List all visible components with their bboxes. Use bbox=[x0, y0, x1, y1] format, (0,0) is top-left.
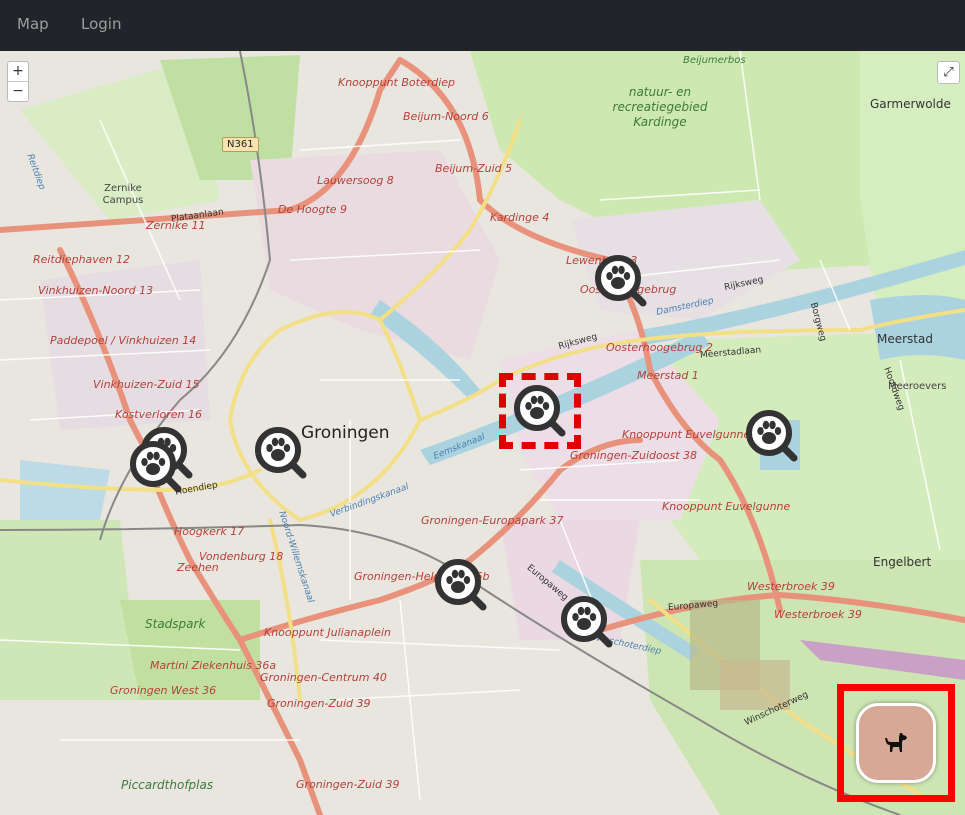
paw-search-icon bbox=[742, 406, 802, 466]
zoom-control: + − bbox=[7, 61, 29, 102]
nav-link-map[interactable]: Map bbox=[17, 15, 49, 33]
label-euvelgunne: Knooppunt Euvelgunne bbox=[662, 500, 791, 513]
marker-centrum-west[interactable] bbox=[251, 423, 311, 483]
nav-link-login[interactable]: Login bbox=[81, 15, 121, 33]
label-engelbert: Engelbert bbox=[873, 555, 932, 569]
paw-search-icon bbox=[591, 251, 651, 311]
label-meerstad: Meerstad bbox=[877, 332, 933, 346]
label-kardinge-park: natuur- en recreatiegebied Kardinge bbox=[612, 85, 708, 129]
label-boterdiep: Knooppunt Boterdiep bbox=[338, 76, 456, 89]
label-beijumerbos: Beijumerbos bbox=[683, 55, 746, 66]
marker-lewenborg[interactable] bbox=[591, 251, 651, 311]
label-europapark: Groningen-Europapark 37 bbox=[421, 514, 564, 527]
fullscreen-button[interactable]: ⤢ bbox=[937, 61, 960, 84]
label-hoogkerk: Hoogkerk 17 bbox=[174, 525, 245, 538]
paw-search-icon bbox=[251, 423, 311, 483]
label-zeehen: Zeehen bbox=[177, 561, 219, 574]
label-julianaplein: Knooppunt Julianaplein bbox=[264, 626, 391, 639]
label-beijum-noord: Beijum-Noord 6 bbox=[403, 110, 489, 123]
road-shield-n361: N361 bbox=[222, 137, 259, 152]
label-westerbroek-2: Westerbroek 39 bbox=[774, 608, 862, 621]
dog-icon bbox=[885, 733, 907, 752]
label-stadspark: Stadspark bbox=[145, 617, 206, 631]
label-oosterhoogebrug: Oosterhoogebrug 2 bbox=[606, 341, 713, 354]
zoom-out-button[interactable]: − bbox=[8, 81, 28, 101]
label-zuid-bottom: Groningen-Zuid 39 bbox=[296, 778, 400, 791]
label-groningen-west: Groningen West 36 bbox=[110, 684, 217, 697]
label-zuid: Groningen-Zuid 39 bbox=[267, 697, 371, 710]
paw-search-icon bbox=[510, 381, 570, 441]
marker-euvelgunne[interactable] bbox=[742, 406, 802, 466]
label-beijum-zuid: Beijum-Zuid 5 bbox=[435, 162, 513, 175]
label-kostverloren: Kostverloren 16 bbox=[115, 408, 202, 421]
label-kardinge: Kardinge 4 bbox=[490, 211, 550, 224]
marker-vinkhuizen-b[interactable] bbox=[126, 437, 186, 497]
label-vinkhuizen-zuid: Vinkhuizen-Zuid 15 bbox=[93, 378, 200, 391]
label-centrum: Groningen-Centrum 40 bbox=[260, 671, 387, 684]
marker-europaweg[interactable] bbox=[557, 592, 617, 652]
paw-search-icon bbox=[126, 437, 186, 497]
navbar: Map Login bbox=[0, 0, 965, 51]
label-westerbroek: Westerbroek 39 bbox=[747, 580, 835, 593]
label-zernike-campus: Zernike Campus bbox=[102, 183, 144, 206]
paw-search-icon bbox=[431, 555, 491, 615]
marker-eemskanaal[interactable] bbox=[499, 373, 581, 449]
add-dog-button[interactable] bbox=[856, 703, 936, 783]
label-lauwersoog: Lauwersoog 8 bbox=[317, 174, 394, 187]
zoom-in-button[interactable]: + bbox=[8, 62, 28, 81]
label-garmerwolde: Garmerwolde bbox=[870, 97, 951, 111]
label-vinkhuizen-noord: Vinkhuizen-Noord 13 bbox=[38, 284, 154, 297]
label-piccardthofplas: Piccardthofplas bbox=[121, 778, 214, 792]
label-de-hoogte: De Hoogte 9 bbox=[278, 203, 348, 216]
label-ziekenhuis: Martini Ziekenhuis 36a bbox=[150, 659, 277, 672]
label-euvelgunne-top: Knooppunt Euvelgunne bbox=[622, 428, 751, 441]
label-groningen: Groningen bbox=[301, 423, 390, 443]
label-paddepoel: Paddepoel / Vinkhuizen 14 bbox=[50, 334, 197, 347]
paw-search-icon bbox=[557, 592, 617, 652]
marker-helpman[interactable] bbox=[431, 555, 491, 615]
label-reitdiephaven: Reitdiephaven 12 bbox=[33, 253, 131, 266]
label-meerstad-junction: Meerstad 1 bbox=[637, 369, 699, 382]
label-zuidoost: Groningen-Zuidoost 38 bbox=[570, 449, 698, 462]
